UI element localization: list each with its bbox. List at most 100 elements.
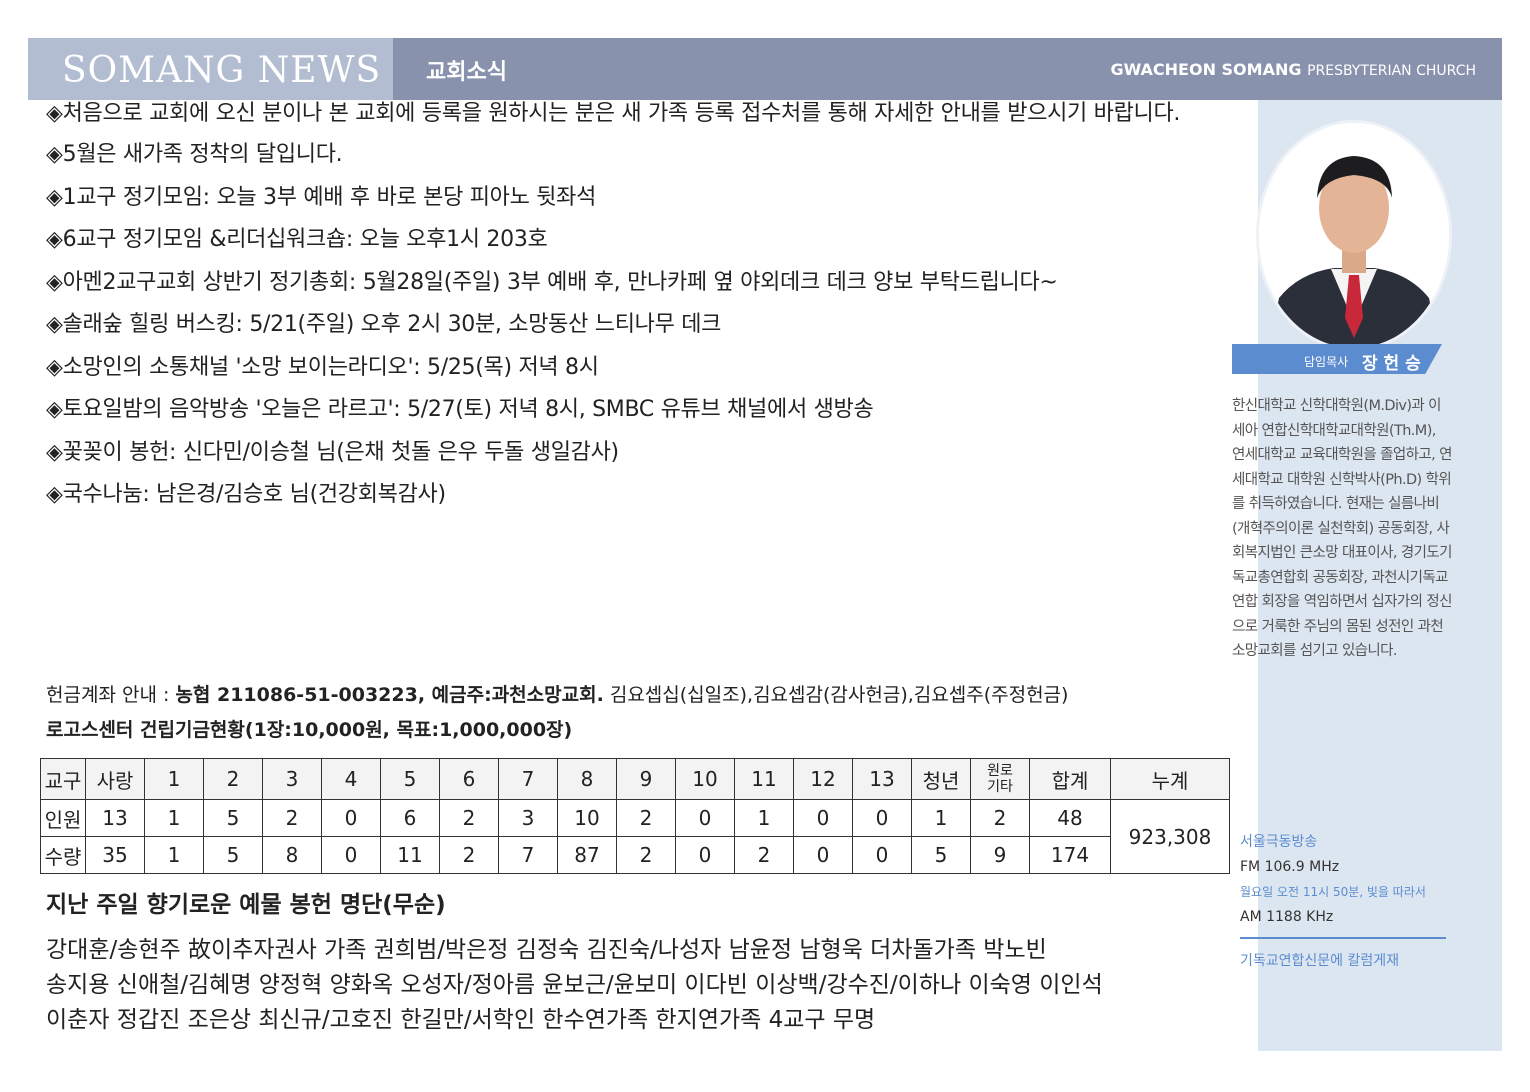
donor-line: 강대훈/송현주 故이추자권사 가족 권희범/박은정 김정숙 김진숙/나성자 남윤… bbox=[46, 937, 1047, 963]
church-name-bold: GWACHEON SOMANG bbox=[1110, 60, 1302, 79]
fund-cumulative-cell: 923,308 bbox=[1110, 799, 1230, 874]
account-label: 헌금계좌 안내 : bbox=[46, 684, 176, 706]
notice-item: ◈처음으로 교회에 오신 분이나 본 교회에 등록을 원하시는 분은 새 가족 … bbox=[46, 101, 1181, 126]
fund-cell: 1 bbox=[911, 799, 971, 837]
fund-cell: 13 bbox=[85, 799, 145, 837]
header-bar: SOMANG NEWS 교회소식 GWACHEON SOMANG PRESBYT… bbox=[28, 38, 1502, 100]
fund-cell: 0 bbox=[852, 799, 912, 837]
pastor-portrait-icon bbox=[1259, 123, 1449, 348]
fund-header-cell: 사랑 bbox=[85, 758, 145, 800]
fund-header-other: 기타 bbox=[987, 779, 1013, 795]
notice-item: ◈소망인의 소통채널 '소망 보이는라디오': 5/25(목) 저녁 8시 bbox=[46, 354, 599, 380]
fund-header-cell: 청년 bbox=[911, 758, 971, 800]
notice-item: ◈꽃꽂이 봉헌: 신다민/이승철 님(은채 첫돌 은우 두돌 생일감사) bbox=[46, 439, 619, 465]
notice-item: ◈아멘2교구교회 상반기 정기총회: 5월28일(주일) 3부 예배 후, 만나… bbox=[46, 269, 1058, 295]
fund-cell: 87 bbox=[557, 836, 617, 874]
fund-cell: 2 bbox=[439, 836, 499, 874]
radio-fm: FM 106.9 MHz bbox=[1240, 859, 1340, 875]
account-bank: 농협 211086-51-003223, 예금주:과천소망교회. bbox=[175, 684, 604, 706]
newspaper-column: 기독교연합신문에 칼럼게재 bbox=[1240, 953, 1400, 969]
donor-line: 송지용 신애철/김혜명 양정혁 양화옥 오성자/정아름 윤보근/윤보미 이다빈 … bbox=[46, 972, 1103, 998]
fund-header-cell: 합계 bbox=[1029, 758, 1111, 800]
fund-cell: 174 bbox=[1029, 836, 1111, 874]
fund-header-cell-elder-other: 원로 기타 bbox=[970, 758, 1030, 800]
fund-cell: 35 bbox=[85, 836, 145, 874]
donor-title: 지난 주일 향기로운 예물 봉헌 명단(무순) bbox=[46, 892, 446, 918]
fund-cell: 수량 bbox=[40, 836, 86, 874]
fund-table-row-quantity: 수량 35 1 5 8 0 11 2 7 87 2 0 2 0 0 5 9 174 bbox=[40, 836, 1230, 874]
fund-table-header: 교구 사랑 1 2 3 4 5 6 7 8 9 10 11 12 13 청년 원로 기타 합계 누계 bbox=[40, 758, 1230, 800]
pastor-title: 담임목사 bbox=[1304, 355, 1349, 369]
fund-cell: 6 bbox=[380, 799, 440, 837]
fund-cell: 7 bbox=[498, 836, 558, 874]
fund-cell: 인원 bbox=[40, 799, 86, 837]
main-content: ◈처음으로 교회에 오신 분이나 본 교회에 등록을 원하시는 분은 새 가족 … bbox=[28, 100, 1258, 1051]
fund-header-cell: 8 bbox=[557, 758, 617, 800]
pastor-label: 담임목사 장 헌 승 bbox=[1232, 344, 1442, 374]
fund-cell: 1 bbox=[144, 836, 204, 874]
section-title: 교회소식 bbox=[426, 60, 507, 85]
fund-header-cell: 9 bbox=[616, 758, 676, 800]
fund-header-cell: 12 bbox=[793, 758, 853, 800]
radio-info: 서울극동방송 FM 106.9 MHz 월요일 오전 11시 50분, 빛을 따… bbox=[1240, 830, 1450, 974]
fund-cell: 9 bbox=[970, 836, 1030, 874]
account-detail: 김요셉십(십일조),김요셉감(감사헌금),김요셉주(주정헌금) bbox=[603, 684, 1069, 706]
offering-account: 헌금계좌 안내 : 농협 211086-51-003223, 예금주:과천소망교… bbox=[46, 680, 1068, 707]
radio-am: AM 1188 KHz bbox=[1240, 909, 1334, 925]
notice-list: ◈처음으로 교회에 오신 분이나 본 교회에 등록을 원하시는 분은 새 가족 … bbox=[46, 100, 1246, 523]
notice-item: ◈국수나눔: 남은경/김승호 님(건강회복감사) bbox=[46, 482, 446, 507]
fund-cell: 1 bbox=[144, 799, 204, 837]
fund-header-elder: 원로 bbox=[987, 763, 1013, 779]
fund-cell: 5 bbox=[203, 799, 263, 837]
fund-header-cell: 3 bbox=[262, 758, 322, 800]
fund-cell: 2 bbox=[616, 799, 676, 837]
fund-header-cell: 7 bbox=[498, 758, 558, 800]
church-name: GWACHEON SOMANG PRESBYTERIAN CHURCH bbox=[1110, 60, 1476, 79]
pastor-bio: 한신대학교 신학대학원(M.Div)과 이세아 연합신학대학교대학원(Th.M)… bbox=[1232, 398, 1452, 659]
fund-cell: 0 bbox=[675, 799, 735, 837]
donor-list: 강대훈/송현주 故이추자권사 가족 권희범/박은정 김정숙 김진숙/나성자 남윤… bbox=[46, 933, 1256, 1038]
notice-item: ◈토요일밤의 음악방송 '오늘은 라르고': 5/27(토) 저녁 8시, SM… bbox=[46, 397, 874, 422]
logo: SOMANG NEWS bbox=[62, 50, 382, 91]
radio-divider bbox=[1240, 937, 1446, 939]
fund-cell: 2 bbox=[262, 799, 322, 837]
fund-header-cell: 1 bbox=[144, 758, 204, 800]
notice-item: ◈6교구 정기모임 &리더십워크숍: 오늘 오후1시 203호 bbox=[46, 227, 548, 252]
fund-header-cell: 6 bbox=[439, 758, 499, 800]
fund-header-cell: 13 bbox=[852, 758, 912, 800]
fund-cell: 2 bbox=[970, 799, 1030, 837]
fund-title: 로고스센터 건립기금현황(1장:10,000원, 목표:1,000,000장) bbox=[46, 719, 573, 741]
fund-cell: 0 bbox=[321, 836, 381, 874]
fund-cell: 0 bbox=[852, 836, 912, 874]
notice-item: ◈1교구 정기모임: 오늘 3부 예배 후 바로 본당 피아노 뒷좌석 bbox=[46, 184, 597, 210]
fund-cell: 2 bbox=[439, 799, 499, 837]
fund-header-cell: 누계 bbox=[1110, 758, 1230, 800]
pastor-name: 장 헌 승 bbox=[1362, 354, 1421, 374]
fund-cell: 0 bbox=[675, 836, 735, 874]
logo-box: SOMANG NEWS bbox=[28, 38, 393, 100]
fund-header-cell: 4 bbox=[321, 758, 381, 800]
radio-time: 월요일 오전 11시 50분, 빛을 따라서 bbox=[1240, 885, 1426, 899]
donor-line: 이춘자 정갑진 조은상 최신규/고호진 한길만/서학인 한수연가족 한지연가족 … bbox=[46, 1007, 876, 1033]
fund-cell: 2 bbox=[616, 836, 676, 874]
fund-table-row-people: 인원 13 1 5 2 0 6 2 3 10 2 0 1 0 0 1 2 48 923,308 bbox=[40, 799, 1230, 874]
notice-item: ◈5월은 새가족 정착의 달입니다. bbox=[46, 142, 343, 167]
fund-cell: 3 bbox=[498, 799, 558, 837]
radio-station: 서울극동방송 bbox=[1240, 834, 1318, 850]
notice-item: ◈솔래숲 힐링 버스킹: 5/21(주일) 오후 2시 30분, 소망동산 느티… bbox=[46, 312, 722, 337]
fund-cell: 11 bbox=[380, 836, 440, 874]
fund-cell: 10 bbox=[557, 799, 617, 837]
fund-cell: 5 bbox=[203, 836, 263, 874]
fund-header-cell: 2 bbox=[203, 758, 263, 800]
church-name-small: PRESBYTERIAN CHURCH bbox=[1307, 63, 1476, 79]
fund-cell: 48 bbox=[1029, 799, 1111, 837]
fund-cell: 5 bbox=[911, 836, 971, 874]
fund-cell: 0 bbox=[321, 799, 381, 837]
fund-table: 교구 사랑 1 2 3 4 5 6 7 8 9 10 11 12 13 청년 원로 기타 합계 누계 인원 13 1 5 2 0… bbox=[40, 758, 1230, 874]
fund-cell: 0 bbox=[793, 799, 853, 837]
fund-cell: 8 bbox=[262, 836, 322, 874]
fund-header-cell: 10 bbox=[675, 758, 735, 800]
fund-header-cell: 11 bbox=[734, 758, 794, 800]
fund-cell: 1 bbox=[734, 799, 794, 837]
fund-cell: 0 bbox=[793, 836, 853, 874]
